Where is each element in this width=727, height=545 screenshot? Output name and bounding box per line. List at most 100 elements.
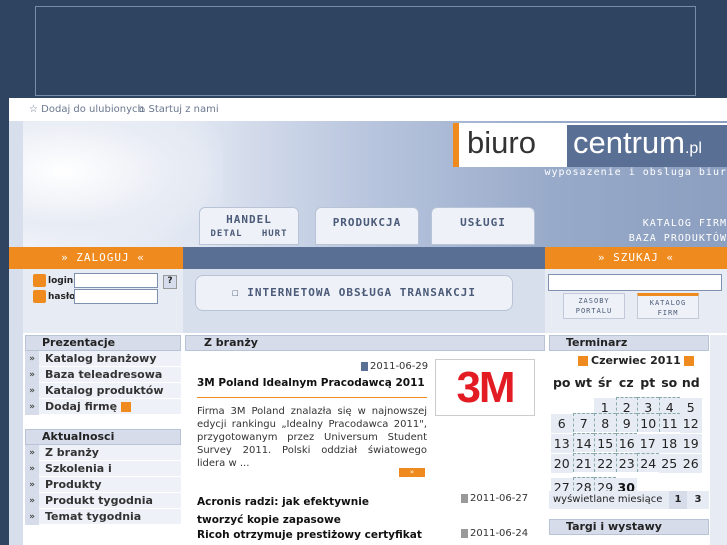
calendar-day[interactable]: 25 [658, 454, 680, 473]
news-date-text: 2011-06-29 [370, 361, 429, 372]
page: ☆ Dodaj do ulubionych ⌂ Startuj z nami b… [9, 98, 727, 545]
menu-z-branzy[interactable]: » Z branży [25, 445, 181, 461]
news-headline[interactable]: 3M Poland Idealnym Pracodawcą 2011 [197, 377, 425, 389]
header: biuro centrum.pl wyposazenie i obsluga b… [23, 121, 727, 247]
calendar-empty [680, 473, 702, 492]
calendar-day[interactable]: 18 [658, 434, 680, 453]
nav-produkcja-label: PRODUKCJA [332, 216, 402, 229]
menu-label: Produkt tygodnia [45, 494, 153, 507]
read-more-button[interactable]: » [399, 468, 425, 477]
bar-middle [183, 247, 545, 269]
menu-label: Z branży [45, 446, 99, 459]
help-button[interactable]: ? [163, 275, 177, 289]
bullet-icon: » [25, 509, 39, 525]
weekday-header: pt [640, 375, 656, 390]
menu-produkt-tygodnia[interactable]: » Produkt tygodnia [25, 493, 181, 509]
tab-katalog-firm[interactable]: KATALOG FIRM [637, 293, 699, 319]
calendar-day[interactable]: 9 [615, 413, 637, 432]
menu-label: Temat tygodnia [45, 510, 142, 523]
password-input[interactable] [74, 289, 158, 304]
news-item-headline[interactable]: Acronis radzi: jak efektywnie tworzyć ko… [197, 493, 397, 529]
search-input[interactable] [548, 274, 722, 291]
month-nav: Czerwiec 2011 [575, 354, 697, 367]
bullet-icon: » [25, 399, 39, 415]
3m-logo[interactable]: 3M [435, 359, 535, 416]
calendar-day[interactable]: 17 [637, 434, 659, 453]
calendar-day[interactable]: 26 [680, 454, 702, 473]
menu-katalog-produktow[interactable]: » Katalog produktów [25, 383, 181, 399]
menu-produkty[interactable]: » Produkty [25, 477, 181, 493]
logo[interactable]: biuro centrum.pl [453, 123, 727, 167]
calendar-empty [659, 473, 681, 492]
next-month-icon[interactable] [683, 356, 694, 366]
calendar-day[interactable]: 21 [572, 453, 594, 472]
menu-szkolenia[interactable]: »Szkolenia i konferencje [25, 461, 181, 491]
news-item-date: 2011-06-24 [461, 528, 528, 539]
calendar-icon [461, 493, 468, 503]
nav-handel-sub: DETAL HURT [210, 229, 288, 239]
search-bar[interactable]: » SZUKAJ « [545, 247, 727, 269]
displayed-months-label: wyświetlane miesiące [553, 494, 663, 505]
right-edge [710, 335, 727, 545]
news-body: Firma 3M Poland znalazła się w najnowsze… [197, 406, 427, 469]
katalog-links[interactable]: KATALOG FIRM BAZA PRODUKTÓW [553, 216, 727, 246]
nav-uslugi-label: USŁUGI [460, 216, 506, 229]
menu-dodaj-firme[interactable]: » Dodaj firmę [25, 399, 181, 415]
left-edge [9, 121, 23, 545]
nav-handel[interactable]: HANDEL DETAL HURT [199, 207, 299, 245]
calendar-day[interactable]: 7 [572, 413, 594, 432]
calendar-day[interactable]: 10 [637, 413, 659, 432]
calendar-day[interactable]: 15 [594, 433, 616, 452]
baza-produktow-link[interactable]: BAZA PRODUKTÓW [553, 231, 727, 246]
months-1-button[interactable]: 1 [669, 491, 687, 509]
katalog-firm-link[interactable]: KATALOG FIRM [553, 216, 727, 231]
nav-produkcja[interactable]: PRODUKCJA [315, 207, 419, 245]
calendar-empty [551, 393, 573, 412]
calendar-grid: po wt śr cz pt so nd 1 2 3 4 5 6 7 8 9 10 11 12 13 14 15 16 17 1… [551, 373, 702, 497]
prev-month-icon[interactable] [578, 356, 588, 366]
ad-banner[interactable] [35, 6, 696, 96]
targi-header: Targi i wystawy [549, 519, 709, 535]
left-column: Prezentacje » Katalog branżowy » Baza tele… [25, 335, 181, 525]
menu-baza-teleadresowa[interactable]: » Baza teleadresowa [25, 367, 181, 383]
menu-temat-tygodnia[interactable]: » Temat tygodnia [25, 509, 181, 525]
favorites-link[interactable]: ☆ Dodaj do ulubionych [29, 104, 144, 115]
calendar-day[interactable]: 13 [551, 434, 573, 453]
logo-part2: centrum [573, 125, 685, 160]
calendar-day[interactable]: 24 [637, 453, 659, 472]
aktualnosci-header: Aktualnosci [25, 429, 181, 445]
calendar-day[interactable]: 22 [594, 453, 616, 472]
start-link[interactable]: ⌂ Startuj z nami [139, 104, 219, 115]
terminarz-header: Terminarz [549, 335, 709, 351]
calendar-day[interactable]: 20 [551, 454, 573, 473]
calendar-day[interactable]: 11 [658, 413, 680, 432]
tab-katalog-l2: FIRM [657, 309, 679, 317]
login-bar[interactable]: » ZALOGUJ « [23, 247, 183, 269]
nav-uslugi[interactable]: USŁUGI [431, 207, 535, 245]
calendar-day[interactable]: 6 [551, 414, 573, 433]
calendar-empty [573, 393, 595, 412]
add-icon [121, 402, 132, 412]
tab-zasoby-portalu[interactable]: ZASOBY PORTALU [563, 293, 625, 319]
calendar-day[interactable]: 12 [680, 414, 702, 433]
calendar-day[interactable]: 23 [615, 453, 637, 472]
weekday-header: cz [618, 375, 634, 390]
search-area: ZASOBY PORTALU KATALOG FIRM [545, 269, 727, 333]
start-label: Startuj z nami [148, 104, 219, 115]
calendar-day[interactable]: 19 [680, 434, 702, 453]
menu-katalog-branzowy[interactable]: » Katalog branżowy [25, 351, 181, 367]
calendar-day[interactable]: 8 [594, 413, 616, 432]
bullet-icon: » [25, 493, 39, 509]
month-label: Czerwiec 2011 [591, 354, 681, 367]
transactions-button[interactable]: ☐ INTERNETOWA OBSŁUGA TRANSAKCJI [195, 275, 513, 311]
tab-zasoby-l1: ZASOBY [578, 297, 610, 305]
password-row: hasło [33, 289, 158, 305]
header-photo [23, 121, 223, 247]
news-item-headline[interactable]: Ricoh otrzymuje prestiżowy certyfikat [197, 529, 422, 541]
login-input[interactable] [74, 273, 158, 288]
calendar-day[interactable]: 16 [615, 433, 637, 452]
months-3-button[interactable]: 3 [689, 491, 707, 509]
menu-label: Katalog produktów [45, 384, 164, 397]
top-links: ☆ Dodaj do ulubionych ⌂ Startuj z nami [9, 98, 727, 121]
calendar-day[interactable]: 14 [572, 433, 594, 452]
